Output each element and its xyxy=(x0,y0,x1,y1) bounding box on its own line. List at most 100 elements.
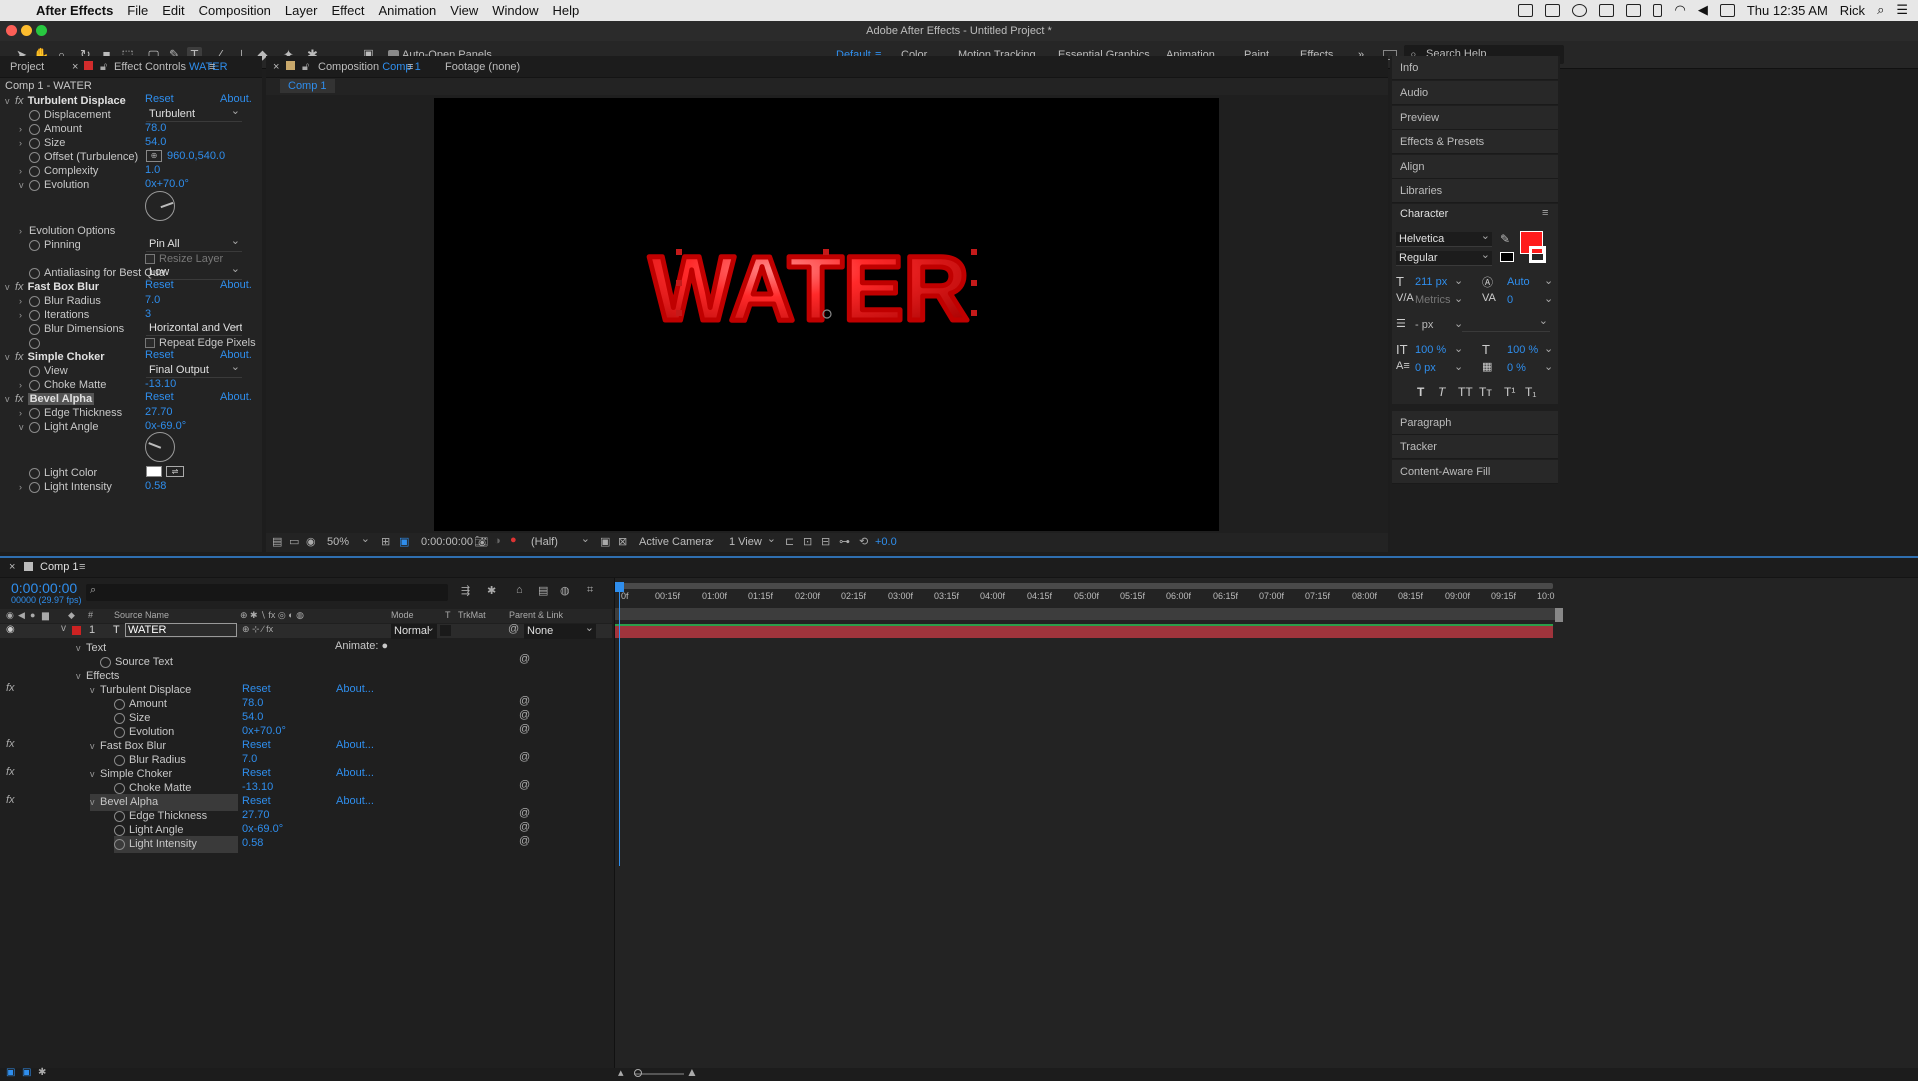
tab-footage[interactable]: Footage (none) xyxy=(445,61,520,73)
in-out-toggle-icon[interactable]: ✱ xyxy=(38,1067,46,1078)
view-layout-dropdown[interactable]: 1 View xyxy=(726,532,778,550)
transparency-grid-icon[interactable]: ⊠ xyxy=(618,535,627,548)
tracking-value[interactable]: 0 xyxy=(1507,294,1513,306)
panel-effects-presets[interactable]: Effects & Presets xyxy=(1392,130,1558,154)
subscript-button[interactable]: T₁ xyxy=(1525,385,1536,399)
stopwatch-icon[interactable] xyxy=(29,407,40,419)
vertical-scale-value[interactable]: 100 % xyxy=(1415,344,1446,356)
close-window-button[interactable] xyxy=(6,25,17,36)
choker-reset[interactable]: Reset xyxy=(145,349,174,361)
panel-preview[interactable]: Preview xyxy=(1392,106,1558,130)
menu-composition[interactable]: Composition xyxy=(199,3,271,18)
frame-blending-icon[interactable]: ▤ xyxy=(538,584,548,597)
font-size-chevron-icon[interactable]: ⌄ xyxy=(1454,274,1463,287)
stopwatch-icon[interactable] xyxy=(29,109,40,121)
time-ruler[interactable]: 0f 00:15f 01:00f 01:15f 02:00f 02:15f 03… xyxy=(615,591,1918,605)
tsume-chevron-icon[interactable]: ⌄ xyxy=(1544,360,1553,373)
timeline-timecode[interactable]: 0:00:00:00 xyxy=(11,580,77,596)
close-comp-tab-icon[interactable]: × xyxy=(273,61,279,73)
zoom-in-icon[interactable]: ▲ xyxy=(686,1065,698,1079)
timeline-track-area[interactable]: 0f 00:15f 01:00f 01:15f 02:00f 02:15f 03… xyxy=(614,578,1918,1068)
antialias-dropdown[interactable]: Low xyxy=(146,262,242,280)
exposure-value[interactable]: +0.0 xyxy=(875,536,897,548)
mask-visibility-icon[interactable]: ◉ xyxy=(306,535,316,548)
tl-choke-matte-value[interactable]: -13.10 xyxy=(242,781,273,793)
stroke-width-value[interactable]: - px xyxy=(1415,319,1433,331)
tracking-chevron-icon[interactable]: ⌄ xyxy=(1544,292,1553,305)
show-snapshot-icon[interactable]: ◑ xyxy=(494,535,501,547)
iterations-value[interactable]: 3 xyxy=(145,308,151,320)
stopwatch-icon[interactable] xyxy=(114,712,125,724)
tsume-value[interactable]: 0 % xyxy=(1507,362,1526,374)
font-size-value[interactable]: 211 px xyxy=(1415,276,1447,288)
vertical-scale-chevron-icon[interactable]: ⌄ xyxy=(1454,342,1463,355)
motion-blur-icon[interactable]: ◍ xyxy=(560,584,570,597)
stopwatch-icon[interactable] xyxy=(29,365,40,377)
expression-icon[interactable]: @ xyxy=(519,709,530,721)
bbox-handle[interactable] xyxy=(676,310,682,316)
lock-icon[interactable]: 🔓︎ xyxy=(100,61,107,74)
app-menu[interactable]: After Effects xyxy=(36,3,113,18)
tl-light-intensity-value[interactable]: 0.58 xyxy=(242,837,263,849)
blur-dimensions-dropdown[interactable]: Horizontal and Verti xyxy=(146,321,242,336)
minimize-window-button[interactable] xyxy=(21,25,32,36)
panel-paragraph[interactable]: Paragraph xyxy=(1392,411,1558,435)
stopwatch-icon[interactable] xyxy=(114,810,125,822)
leading-chevron-icon[interactable]: ⌄ xyxy=(1544,274,1553,287)
close-timeline-tab-icon[interactable]: × xyxy=(9,561,15,573)
stopwatch-icon[interactable] xyxy=(114,824,125,836)
faux-italic-button[interactable]: T xyxy=(1438,385,1445,399)
layer-duration-bar[interactable] xyxy=(615,624,1553,638)
comp-panel-menu-icon[interactable]: ≡ xyxy=(407,61,413,73)
leading-value[interactable]: Auto xyxy=(1507,276,1530,288)
kerning-chevron-icon[interactable]: ⌄ xyxy=(1454,292,1463,305)
fastblur-about[interactable]: About. xyxy=(220,279,252,291)
fx-icon[interactable]: fx xyxy=(6,794,15,806)
composition-end-marker[interactable] xyxy=(1555,608,1563,622)
tab-timeline-comp[interactable]: Comp 1 xyxy=(40,561,79,573)
menu-file[interactable]: File xyxy=(127,3,148,18)
tl-blur-reset[interactable]: Reset xyxy=(242,739,271,751)
stopwatch-icon[interactable] xyxy=(29,309,40,321)
font-family-dropdown[interactable]: Helvetica xyxy=(1396,229,1492,247)
stroke-color-swatch[interactable] xyxy=(1529,246,1546,263)
panel-menu-icon[interactable]: ≡ xyxy=(209,61,215,73)
stopwatch-icon[interactable] xyxy=(114,698,125,710)
bbox-handle[interactable] xyxy=(971,280,977,286)
fastblur-reset[interactable]: Reset xyxy=(145,279,174,291)
tab-composition[interactable]: Composition Comp 1 xyxy=(318,61,421,73)
kerning-value[interactable]: Metrics xyxy=(1415,294,1450,306)
bbox-handle[interactable] xyxy=(971,310,977,316)
resize-layer-checkbox[interactable] xyxy=(145,254,155,265)
displacement-dropdown[interactable]: Turbulent xyxy=(146,104,242,122)
region-of-interest-icon[interactable]: ▣ xyxy=(399,535,409,548)
render-icon[interactable]: ⊡ xyxy=(803,535,812,548)
menu-window[interactable]: Window xyxy=(492,3,538,18)
zoom-dropdown[interactable]: 50% xyxy=(324,532,372,550)
camera-dropdown[interactable]: Active Camera xyxy=(636,532,718,550)
video-switch-icon[interactable]: ◉ xyxy=(6,610,14,621)
small-caps-button[interactable]: Tт xyxy=(1479,385,1492,399)
tl-bevel-about[interactable]: About... xyxy=(336,795,374,807)
transfer-controls-toggle-icon[interactable]: ▣ xyxy=(22,1067,31,1078)
all-caps-button[interactable]: TT xyxy=(1458,385,1473,399)
graph-editor-icon[interactable]: ⌗ xyxy=(587,584,593,597)
lock-icon[interactable]: 🔓︎ xyxy=(302,61,309,74)
light-angle-value[interactable]: 0x-69.0° xyxy=(145,420,186,432)
parent-dropdown[interactable]: None xyxy=(524,621,596,639)
panel-info[interactable]: Info xyxy=(1392,56,1558,80)
resolution-dropdown[interactable]: (Half) xyxy=(528,532,592,550)
blur-radius-value[interactable]: 7.0 xyxy=(145,294,160,306)
expression-icon[interactable]: @ xyxy=(519,751,530,763)
layer-switch-icons[interactable]: ⊕ ⊹ ∕ fx xyxy=(242,624,273,635)
tl-turbulent-reset[interactable]: Reset xyxy=(242,683,271,695)
faux-bold-button[interactable]: T xyxy=(1417,385,1424,399)
stopwatch-icon[interactable] xyxy=(29,295,40,307)
turbulent-reset[interactable]: Reset xyxy=(145,93,174,105)
menu-animation[interactable]: Animation xyxy=(378,3,436,18)
amount-value[interactable]: 78.0 xyxy=(145,122,166,134)
expression-icon[interactable]: @ xyxy=(519,807,530,819)
layer-label-color[interactable] xyxy=(72,626,81,635)
fit-icon[interactable]: ⊞ xyxy=(381,535,390,548)
animate-add-icon[interactable]: ● xyxy=(381,640,388,652)
